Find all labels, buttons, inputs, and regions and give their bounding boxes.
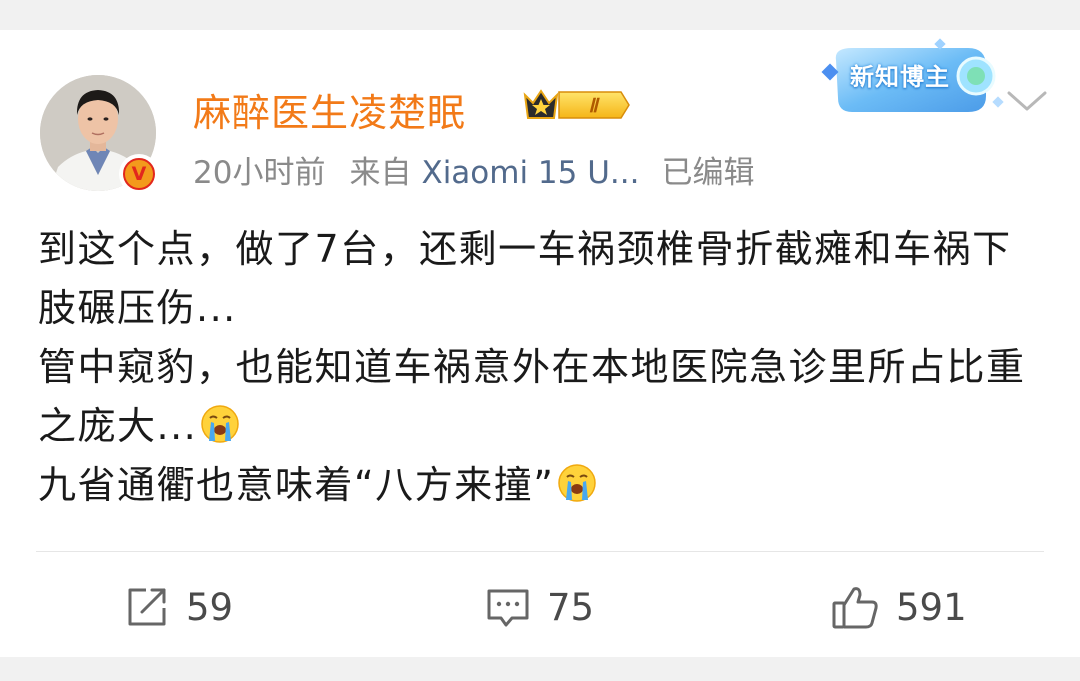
post-meta: 20小时前 来自 Xiaomi 15 U... 已编辑 xyxy=(193,147,778,192)
author-name[interactable]: 麻醉医生凌楚眠 xyxy=(193,82,466,137)
post-text-line-3-text: 九省通衢也意味着“八方来撞” xyxy=(38,463,555,507)
post-source-prefix: 来自 xyxy=(349,155,412,191)
post-source-device[interactable]: Xiaomi 15 U... xyxy=(421,155,639,191)
repost-count: 59 xyxy=(186,585,234,629)
comment-icon xyxy=(487,589,529,627)
like-count: 591 xyxy=(896,585,967,629)
like-button[interactable]: 591 xyxy=(830,583,967,631)
divider xyxy=(36,551,1044,552)
post-time: 20小时前 xyxy=(193,155,326,191)
repost-button[interactable]: 59 xyxy=(124,583,233,631)
crying-face-icon xyxy=(201,405,239,443)
post-text-line-3: 九省通衢也意味着“八方来撞” xyxy=(38,456,1048,515)
repost-icon xyxy=(128,588,166,626)
post-text-line-2-text: 管中窥豹，也能知道车祸意外在本地医院急诊里所占比重之庞大... xyxy=(38,345,1026,448)
weibo-post-card: V 麻醉医生凌楚眠 Ⅱ 新知博主 20小时前 来自 Xiaomi 15 U...… xyxy=(0,30,1080,657)
comment-count: 75 xyxy=(547,585,595,629)
edited-label[interactable]: 已编辑 xyxy=(661,155,754,191)
verified-badge-icon: V xyxy=(119,154,159,194)
creator-badge-label: 新知博主 xyxy=(850,63,950,91)
thumbs-up-icon xyxy=(832,587,878,629)
comment-button[interactable]: 75 xyxy=(485,583,594,631)
post-text-line-1: 到这个点，做了7台，还剩一车祸颈椎骨折截瘫和车祸下肢碾压伤... xyxy=(38,227,1012,330)
post-content: 到这个点，做了7台，还剩一车祸颈椎骨折截瘫和车祸下肢碾压伤... 管中窥豹，也能… xyxy=(38,220,1048,515)
chevron-down-icon[interactable] xyxy=(1003,85,1051,117)
crying-face-icon xyxy=(558,464,597,502)
vip-crown-badge-icon[interactable]: Ⅱ xyxy=(521,85,633,125)
post-text-line-2: 管中窥豹，也能知道车祸意外在本地医院急诊里所占比重之庞大... xyxy=(38,338,1048,456)
